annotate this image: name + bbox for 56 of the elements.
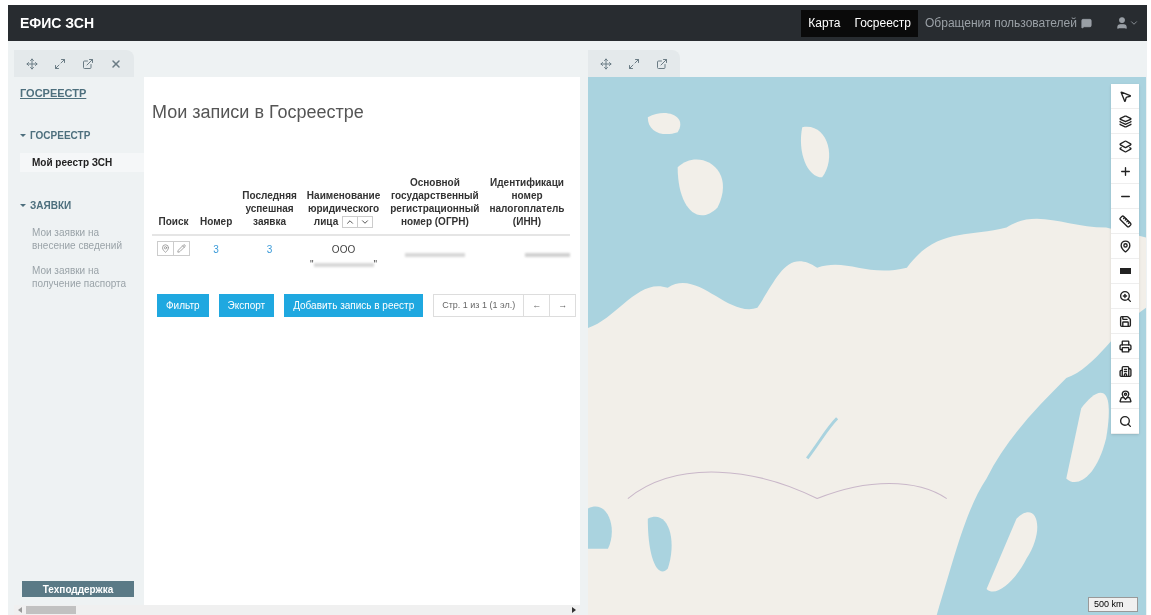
scroll-right-icon[interactable] — [572, 607, 576, 613]
column-header: Поиск — [158, 215, 189, 228]
nav-link[interactable]: Карта — [801, 14, 848, 32]
action-button[interactable]: Добавить запись в реестр — [284, 294, 424, 317]
expand-icon[interactable] — [628, 57, 640, 70]
map[interactable]: 500 km — [588, 77, 1146, 615]
record-number-link[interactable]: 3 — [213, 244, 219, 255]
previous-page-button[interactable]: ← — [523, 295, 550, 316]
external-link-icon[interactable] — [82, 57, 94, 70]
move-icon[interactable] — [600, 57, 612, 70]
action-button[interactable]: Экспорт — [218, 294, 275, 317]
column-header: Основной — [409, 176, 460, 189]
redacted-bar — [404, 253, 465, 257]
caret-icon — [1129, 18, 1139, 28]
pagination-info: Стр. 1 из 1 (1 эл.) — [441, 298, 517, 312]
column-header: номер — [511, 189, 543, 202]
support-button[interactable]: Техподдержка — [22, 581, 134, 597]
column-header: (ИНН) — [512, 215, 542, 228]
column-header: регистрационный — [390, 202, 480, 215]
expand-icon[interactable] — [54, 57, 66, 70]
nav-link[interactable]: Госреестр — [847, 14, 918, 32]
close-icon[interactable] — [110, 57, 122, 70]
user-menu[interactable] — [1115, 16, 1139, 30]
scrollbar-thumb[interactable] — [26, 606, 76, 614]
sidebar-item[interactable]: Мой реестр ЗСН — [20, 152, 144, 172]
redacted-bar — [524, 253, 570, 257]
sidebar-section[interactable]: ЗАЯВКИ — [20, 197, 144, 213]
next-page-button[interactable]: → — [549, 295, 576, 316]
column-header: налогоплатель — [489, 202, 565, 215]
organization-name: ООО — [330, 243, 357, 257]
last-request-link[interactable]: 3 — [266, 244, 273, 255]
action-button[interactable]: Фильтр — [157, 294, 209, 317]
page-title: Мои записи в Госреестре — [152, 101, 365, 124]
column-header: юридического — [307, 202, 380, 215]
quote-mark: " — [373, 258, 378, 272]
column-header: государственный — [391, 189, 479, 202]
column-header: Идентификаци — [490, 176, 564, 189]
column-header: Наименование — [306, 189, 381, 202]
user-icon — [1115, 16, 1129, 30]
column-header: номер (ОГРН) — [400, 215, 469, 228]
column-header: лица — [313, 215, 339, 228]
column-header: успешная — [245, 202, 294, 215]
sidebar-item[interactable]: Мои заявки на внесение сведений — [20, 222, 144, 255]
column-header: заявка — [253, 215, 287, 228]
sidebar-section[interactable]: ГОСРЕЕСТР — [20, 127, 144, 143]
redacted-bar — [313, 262, 374, 267]
chat-icon — [1081, 17, 1092, 29]
column-header: Номер — [200, 215, 233, 228]
quote-mark: " — [309, 258, 314, 272]
nav-link[interactable]: Обращения пользователей — [918, 14, 1099, 32]
app-title: ЕФИС ЗСН — [20, 13, 94, 33]
move-icon[interactable] — [26, 57, 38, 70]
sidebar-title-link[interactable]: ГОСРЕЕСТР — [20, 85, 144, 102]
external-link-icon[interactable] — [656, 57, 668, 70]
column-header: Последняя — [242, 189, 297, 202]
sidebar-item[interactable]: Мои заявки на получение паспорта — [20, 260, 144, 293]
